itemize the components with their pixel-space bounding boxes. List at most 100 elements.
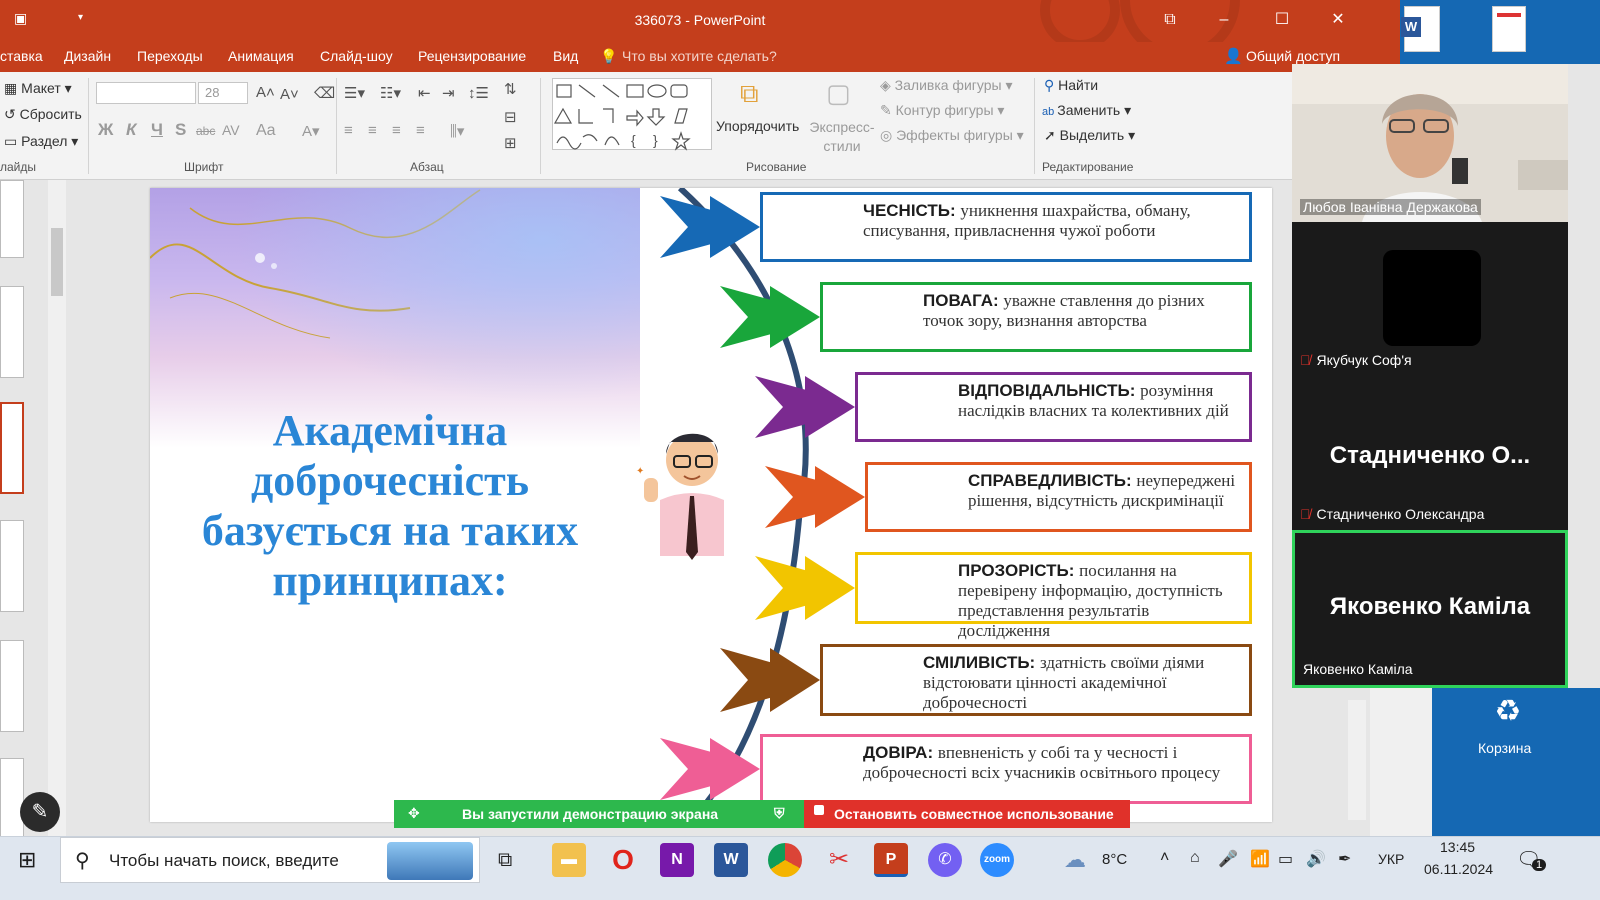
share-button[interactable]: Общий доступ (1246, 48, 1340, 64)
quick-styles-button[interactable]: Экспресс-стили (808, 118, 876, 156)
microphone-icon[interactable]: 🎤 (1218, 849, 1238, 869)
slide-thumbnail[interactable] (0, 286, 24, 378)
snipping-tool-icon[interactable]: ✂ (822, 843, 856, 877)
align-right-icon[interactable]: ≡ (392, 122, 401, 139)
change-case-button[interactable]: Aa (256, 122, 276, 140)
italic-button[interactable]: К (126, 120, 136, 140)
justify-icon[interactable]: ≡ (416, 122, 425, 139)
stop-sharing-button[interactable]: Остановить совместное использование (804, 800, 1130, 828)
arrange-button[interactable]: Упорядочить (716, 118, 799, 134)
chrome-icon[interactable] (768, 843, 802, 877)
clear-format-icon[interactable]: ⌫ (314, 84, 335, 102)
slide-scrollbar[interactable] (1348, 700, 1366, 820)
grow-font-icon[interactable]: A˄ (256, 84, 275, 101)
tell-me-input[interactable]: Что вы хотите сделать? (622, 48, 777, 64)
principle-card[interactable]: ДОВІРА: впевненість у собі та у чесності… (760, 734, 1252, 804)
find-button[interactable]: ⚲ Найти (1044, 77, 1098, 94)
zoom-icon[interactable]: zoom (980, 843, 1014, 877)
recycle-bin-icon[interactable]: ♻ (1488, 694, 1528, 734)
word-icon[interactable]: W (714, 843, 748, 877)
align-text-icon[interactable]: ⊟ (504, 108, 517, 126)
file-explorer-icon[interactable]: ▬ (552, 843, 586, 877)
word-document-icon[interactable]: W (1401, 6, 1440, 52)
section-button[interactable]: ▭ Раздел ▾ (4, 133, 78, 150)
thumbnail-scrollbar[interactable] (48, 180, 66, 838)
close-button[interactable]: ✕ (1324, 8, 1352, 32)
task-view-icon[interactable]: ⧉ (498, 849, 512, 872)
shapes-gallery[interactable]: {} (552, 78, 712, 151)
weather-temperature[interactable]: 8°C (1102, 851, 1127, 868)
slide-thumbnail[interactable] (0, 520, 24, 612)
columns-icon[interactable]: ⫼▾ (450, 122, 464, 140)
align-left-icon[interactable]: ≡ (344, 122, 353, 139)
tab-view[interactable]: Вид (553, 48, 578, 64)
text-direction-icon[interactable]: ⇅ (504, 80, 517, 98)
slide-thumbnail-active[interactable] (0, 402, 24, 494)
participant-tile[interactable]: Стадниченко О... 🎙̸ Стадниченко Олександр… (1292, 376, 1568, 530)
font-color-icon[interactable]: A▾ (302, 122, 320, 140)
input-language[interactable]: УКР (1378, 851, 1404, 867)
ribbon-display-icon[interactable]: ⧉ (1156, 8, 1184, 32)
tab-design[interactable]: Дизайн (64, 48, 111, 64)
font-name-input[interactable] (96, 82, 196, 104)
increase-indent-icon[interactable]: ⇥ (442, 84, 455, 102)
recycle-bin-label[interactable]: Корзина (1478, 740, 1531, 756)
slide-canvas[interactable]: Академічна доброчесність базується на та… (150, 188, 1272, 822)
onenote-icon[interactable]: N (660, 843, 694, 877)
bullets-icon[interactable]: ☰▾ (344, 84, 365, 102)
bold-button[interactable]: Ж (98, 120, 113, 140)
annotate-pen-icon[interactable]: ✎ (20, 792, 60, 832)
principle-card[interactable]: СМІЛИВІСТЬ: здатність своїми діями відст… (820, 644, 1252, 716)
pen-menu-icon[interactable]: ✒ (1338, 849, 1351, 869)
smartart-icon[interactable]: ⊞ (504, 134, 517, 152)
reset-button[interactable]: ↺ Сбросить (4, 106, 82, 123)
participant-tile-active-speaker[interactable]: Яковенко Каміла Яковенко Каміла (1292, 530, 1568, 688)
replace-button[interactable]: ab Заменить ▾ (1042, 102, 1131, 119)
participant-tile-video[interactable]: Любов Іванівна Держакова (1292, 64, 1568, 222)
tray-overflow-icon[interactable]: ˄ (1160, 849, 1169, 867)
principle-card[interactable]: ВІДПОВІДАЛЬНІСТЬ: розуміння наслідків вл… (855, 372, 1252, 442)
tab-review[interactable]: Рецензирование (418, 48, 526, 64)
tab-animation[interactable]: Анимация (228, 48, 294, 64)
tab-insert[interactable]: ставка (0, 48, 43, 64)
line-spacing-icon[interactable]: ↕☰ (468, 84, 489, 102)
onedrive-icon[interactable]: ⌂ (1190, 849, 1200, 867)
select-button[interactable]: ➚ Выделить ▾ (1044, 127, 1135, 144)
decrease-indent-icon[interactable]: ⇤ (418, 84, 431, 102)
principle-card[interactable]: ЧЕСНІСТЬ: уникнення шахрайства, обману, … (760, 192, 1252, 262)
volume-icon[interactable]: 🔊 (1306, 849, 1326, 869)
align-center-icon[interactable]: ≡ (368, 122, 377, 139)
shape-effects-button[interactable]: ◎ Эффекты фигуры ▾ (880, 127, 1024, 144)
layout-button[interactable]: ▦ Макет ▾ (4, 80, 72, 97)
viber-icon[interactable]: ✆ (928, 843, 962, 877)
clock-time[interactable]: 13:45 (1440, 839, 1475, 855)
shape-outline-button[interactable]: ✎ Контур фигуры ▾ (880, 102, 1004, 119)
slide-thumbnail[interactable] (0, 640, 24, 732)
windows-start-icon[interactable]: ⊞ (18, 847, 36, 873)
numbering-icon[interactable]: ☷▾ (380, 84, 401, 102)
principle-card[interactable]: ПРОЗОРІСТЬ: посилання на перевірену інфо… (855, 552, 1252, 640)
principle-card[interactable]: СПРАВЕДЛИВІСТЬ: неупереджені рішення, ві… (865, 462, 1252, 532)
participant-tile[interactable]: 🎙̸ Якубчук Соф'я (1292, 222, 1568, 376)
shrink-font-icon[interactable]: A˅ (280, 86, 299, 103)
char-spacing-button[interactable]: AV (222, 122, 240, 138)
slide-title[interactable]: Академічна доброчесність базується на та… (170, 406, 610, 606)
shape-fill-button[interactable]: ◈ Заливка фигуры ▾ (880, 77, 1013, 94)
strikethrough-button[interactable]: abc (196, 124, 215, 138)
pdf-document-icon[interactable] (1492, 6, 1526, 52)
slide-thumbnail[interactable] (0, 180, 24, 258)
scrollbar-thumb[interactable] (51, 228, 63, 296)
drag-handle-icon[interactable]: ✥ (408, 805, 420, 822)
font-size-input[interactable]: 28 (198, 82, 248, 104)
principle-card[interactable]: ПОВАГА: уважне ставлення до різних точок… (820, 282, 1252, 352)
weather-cloud-icon[interactable]: ☁ (1064, 847, 1086, 873)
clock-date[interactable]: 06.11.2024 (1424, 861, 1493, 877)
tab-transitions[interactable]: Переходы (137, 48, 203, 64)
shadow-button[interactable]: S (175, 120, 186, 140)
powerpoint-icon[interactable]: P (874, 843, 908, 877)
taskbar-search[interactable]: ⚲ Чтобы начать поиск, введите (60, 837, 480, 883)
maximize-button[interactable]: ☐ (1268, 8, 1296, 32)
tab-slideshow[interactable]: Слайд-шоу (320, 48, 393, 64)
battery-icon[interactable]: ▭ (1278, 849, 1293, 869)
wifi-icon[interactable]: 📶 (1250, 849, 1270, 869)
